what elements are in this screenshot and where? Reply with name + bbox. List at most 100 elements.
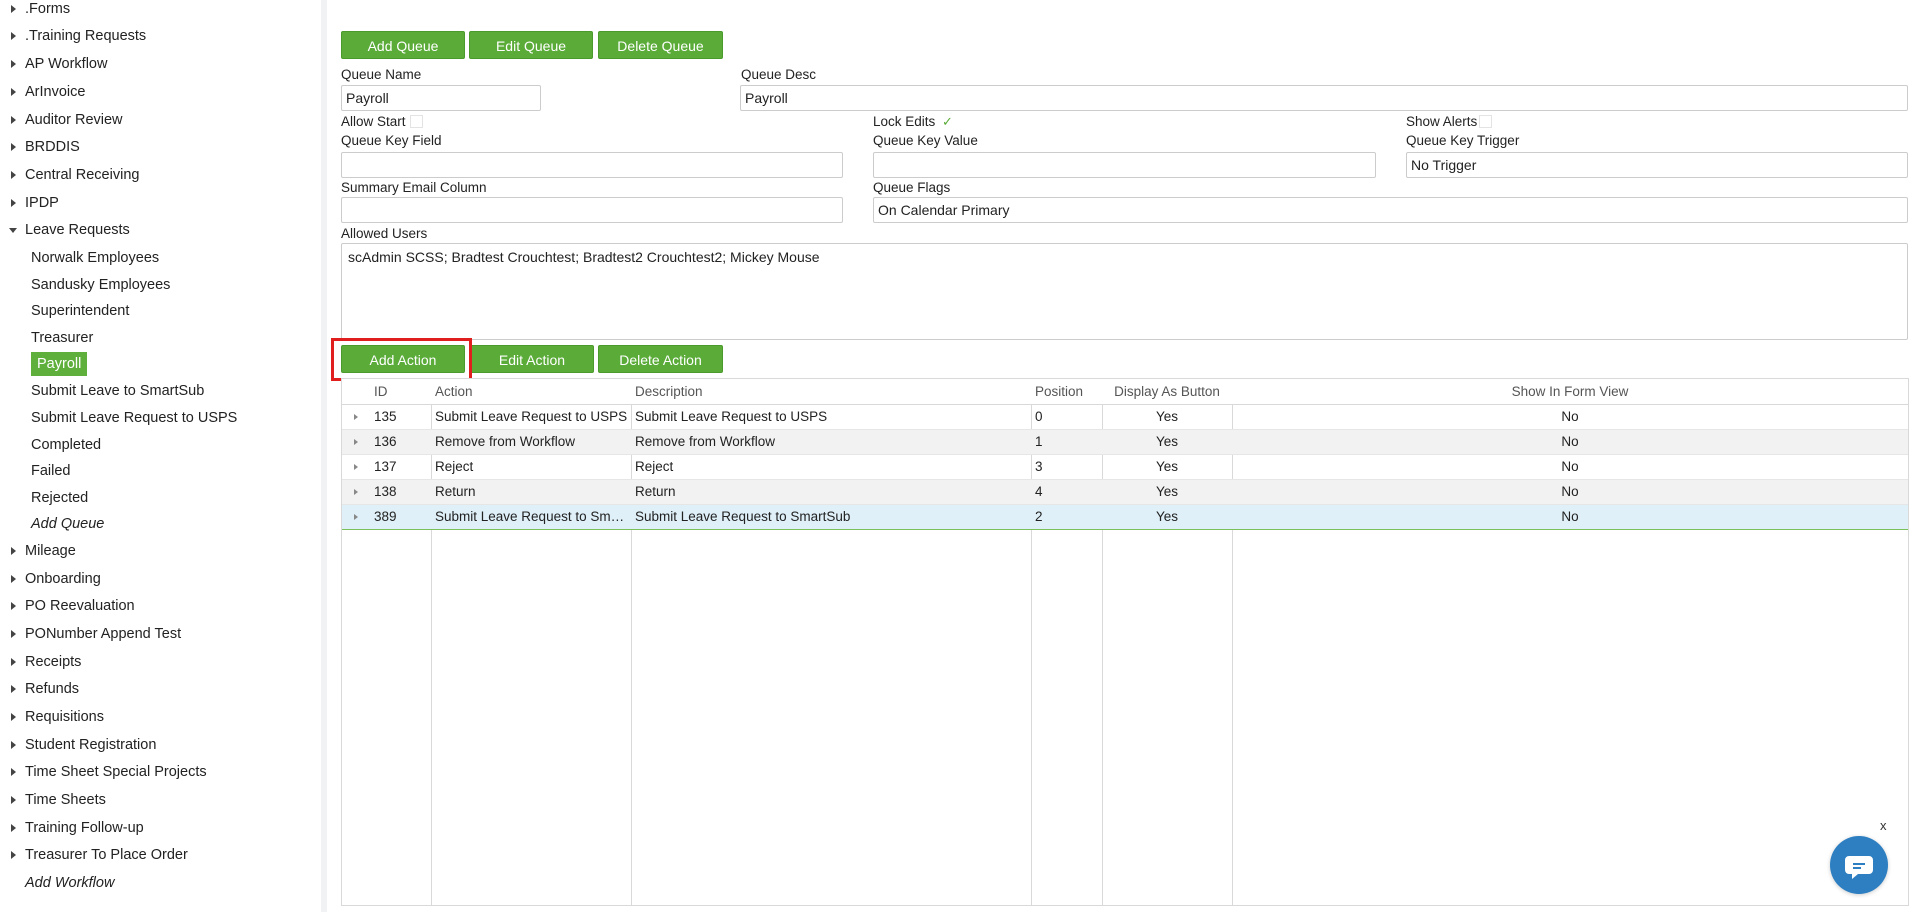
- table-row-selected[interactable]: 389 Submit Leave Request to SmartSub Sub…: [342, 505, 1908, 530]
- expand-arrow-icon[interactable]: [9, 51, 19, 77]
- column-header-id[interactable]: ID: [374, 379, 429, 405]
- expand-arrow-icon[interactable]: [9, 842, 19, 868]
- queue-desc-input[interactable]: Payroll: [740, 85, 1908, 111]
- table-row[interactable]: 135 Submit Leave Request to USPS Submit …: [342, 405, 1908, 430]
- add-action-button[interactable]: Add Action: [341, 345, 465, 373]
- column-header-position[interactable]: Position: [1035, 379, 1101, 405]
- table-row[interactable]: 138 Return Return 4 Yes No: [342, 480, 1908, 505]
- delete-queue-button[interactable]: Delete Queue: [598, 31, 723, 59]
- expand-arrow-icon[interactable]: [9, 787, 19, 813]
- cell-id: 136: [374, 434, 397, 449]
- cell-position: 2: [1035, 509, 1043, 524]
- tree-item-label: Auditor Review: [25, 112, 123, 128]
- queue-item-superintendent[interactable]: Superintendent: [31, 298, 129, 324]
- column-header-display-as-button[interactable]: Display As Button: [1102, 379, 1232, 405]
- queue-item-submit-leave-to-smartsub[interactable]: Submit Leave to SmartSub: [31, 378, 204, 404]
- table-row[interactable]: 136 Remove from Workflow Remove from Wor…: [342, 430, 1908, 455]
- lock-edits-checkbox-check-icon[interactable]: ✓: [942, 115, 953, 128]
- cell-id: 135: [374, 409, 397, 424]
- show-alerts-checkbox[interactable]: [1479, 115, 1492, 128]
- cell-action: Submit Leave Request to SmartSub: [435, 509, 629, 524]
- expand-arrow-icon[interactable]: [9, 593, 19, 619]
- edit-action-button[interactable]: Edit Action: [470, 345, 594, 373]
- cell-display-as-button: Yes: [1155, 509, 1179, 524]
- cell-description: Return: [635, 484, 676, 499]
- expand-arrow-icon[interactable]: [9, 566, 19, 592]
- queue-key-field-input[interactable]: [341, 152, 843, 178]
- tree-item-label: IPDP: [25, 195, 59, 211]
- sidebar-divider[interactable]: [321, 0, 327, 912]
- collapse-arrow-icon[interactable]: [9, 217, 19, 243]
- expand-arrow-icon[interactable]: [9, 732, 19, 758]
- queue-key-value-label: Queue Key Value: [873, 133, 978, 148]
- queue-key-value-input[interactable]: [873, 152, 1376, 178]
- allowed-users-textarea[interactable]: scAdmin SCSS; Bradtest Crouchtest; Bradt…: [341, 243, 1908, 340]
- lock-edits-label: Lock Edits: [873, 114, 936, 129]
- queue-key-trigger-label: Queue Key Trigger: [1406, 133, 1520, 148]
- row-expand-icon[interactable]: [354, 489, 358, 495]
- show-alerts-label: Show Alerts: [1406, 114, 1478, 129]
- tree-item-label: Student Registration: [25, 737, 157, 753]
- cell-description: Reject: [635, 459, 674, 474]
- cell-action: Submit Leave Request to USPS: [435, 409, 628, 424]
- tree-item-label: AP Workflow: [25, 56, 108, 72]
- cell-show-in-form-view: No: [1561, 434, 1579, 449]
- edit-queue-button[interactable]: Edit Queue: [469, 31, 593, 59]
- column-header-show-in-form-view[interactable]: Show In Form View: [1232, 379, 1908, 405]
- chat-launcher-button[interactable]: [1830, 836, 1888, 894]
- add-queue-button[interactable]: Add Queue: [341, 31, 465, 59]
- expand-arrow-icon[interactable]: [9, 0, 19, 22]
- queue-flags-input[interactable]: On Calendar Primary: [873, 197, 1908, 223]
- queue-item-failed[interactable]: Failed: [31, 458, 71, 484]
- cell-position: 0: [1035, 409, 1043, 424]
- cell-action: Return: [435, 484, 476, 499]
- tree-item-label: Refunds: [25, 681, 80, 697]
- expand-arrow-icon[interactable]: [9, 759, 19, 785]
- queue-item-sandusky-employees[interactable]: Sandusky Employees: [31, 272, 170, 298]
- row-expand-icon[interactable]: [354, 464, 358, 470]
- expand-arrow-icon[interactable]: [9, 704, 19, 730]
- column-header-action[interactable]: Action: [435, 379, 629, 405]
- expand-arrow-icon[interactable]: [9, 162, 19, 188]
- expand-arrow-icon[interactable]: [9, 79, 19, 105]
- cell-display-as-button: Yes: [1155, 434, 1179, 449]
- cell-show-in-form-view: No: [1561, 484, 1579, 499]
- tree-item-label: Leave Requests: [25, 222, 130, 238]
- expand-arrow-icon[interactable]: [9, 107, 19, 133]
- allow-start-checkbox[interactable]: [410, 115, 423, 128]
- row-expand-icon[interactable]: [354, 439, 358, 445]
- delete-action-button[interactable]: Delete Action: [598, 345, 723, 373]
- tree-item-label: Requisitions: [25, 709, 104, 725]
- row-expand-icon[interactable]: [354, 514, 358, 520]
- queue-key-field-label: Queue Key Field: [341, 133, 442, 148]
- expand-arrow-icon[interactable]: [9, 134, 19, 160]
- summary-email-column-input[interactable]: [341, 197, 843, 223]
- queue-item-payroll[interactable]: Payroll: [31, 352, 88, 376]
- tree-item-label: Training Follow-up: [25, 820, 144, 836]
- expand-arrow-icon[interactable]: [9, 538, 19, 564]
- queue-item-norwalk-employees[interactable]: Norwalk Employees: [31, 245, 159, 271]
- tree-item-label: ArInvoice: [25, 84, 86, 100]
- queue-item-submit-leave-request-to-usps[interactable]: Submit Leave Request to USPS: [31, 405, 237, 431]
- cell-show-in-form-view: No: [1561, 409, 1579, 424]
- queue-item-completed[interactable]: Completed: [31, 432, 101, 458]
- tree-item-label: BRDDIS: [25, 139, 80, 155]
- expand-arrow-icon[interactable]: [9, 815, 19, 841]
- expand-arrow-icon[interactable]: [9, 649, 19, 675]
- queue-key-trigger-select[interactable]: No Trigger: [1406, 152, 1908, 178]
- tree-item-label: Treasurer To Place Order: [25, 847, 188, 863]
- table-row[interactable]: 137 Reject Reject 3 Yes No: [342, 455, 1908, 480]
- queue-item-treasurer[interactable]: Treasurer: [31, 325, 93, 351]
- expand-arrow-icon[interactable]: [9, 676, 19, 702]
- expand-arrow-icon[interactable]: [9, 621, 19, 647]
- column-header-description[interactable]: Description: [635, 379, 1029, 405]
- expand-arrow-icon[interactable]: [9, 23, 19, 49]
- expand-arrow-icon[interactable]: [9, 190, 19, 216]
- add-queue-link[interactable]: Add Queue: [31, 511, 104, 537]
- tree-item-label: PONumber Append Test: [25, 626, 182, 642]
- queue-item-rejected[interactable]: Rejected: [31, 485, 88, 511]
- cell-display-as-button: Yes: [1155, 484, 1179, 499]
- chat-close-button[interactable]: x: [1880, 818, 1887, 833]
- row-expand-icon[interactable]: [354, 414, 358, 420]
- queue-name-input[interactable]: Payroll: [341, 85, 541, 111]
